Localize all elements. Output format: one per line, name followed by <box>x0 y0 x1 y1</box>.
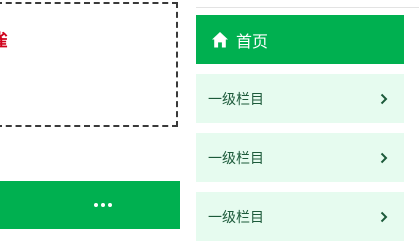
more-dot <box>108 203 112 207</box>
nav-item-label: 一级栏目 <box>208 209 264 226</box>
more-dot <box>94 203 98 207</box>
chevron-right-icon <box>380 93 388 104</box>
more-dot <box>101 203 105 207</box>
nav-item[interactable]: 一级栏目 <box>196 192 404 241</box>
nav-item[interactable]: 一级栏目 <box>196 133 404 182</box>
red-text-fragment: 雀 <box>0 31 8 51</box>
nav-home-button[interactable]: 首页 <box>196 15 404 64</box>
home-icon <box>212 31 228 47</box>
top-divider <box>196 7 419 8</box>
dashed-placeholder-box <box>0 2 178 127</box>
chevron-right-icon <box>380 211 388 222</box>
nav-item[interactable]: 一级栏目 <box>196 74 404 123</box>
nav-item-label: 一级栏目 <box>208 91 264 108</box>
page: 雀 首页 一级栏目 一级栏目 一级栏目 <box>0 0 419 243</box>
more-actions-bar[interactable] <box>0 181 180 229</box>
chevron-right-icon <box>380 152 388 163</box>
nav-item-label: 一级栏目 <box>208 150 264 167</box>
nav-home-label: 首页 <box>236 31 269 51</box>
more-horizontal-icon[interactable] <box>94 202 112 208</box>
